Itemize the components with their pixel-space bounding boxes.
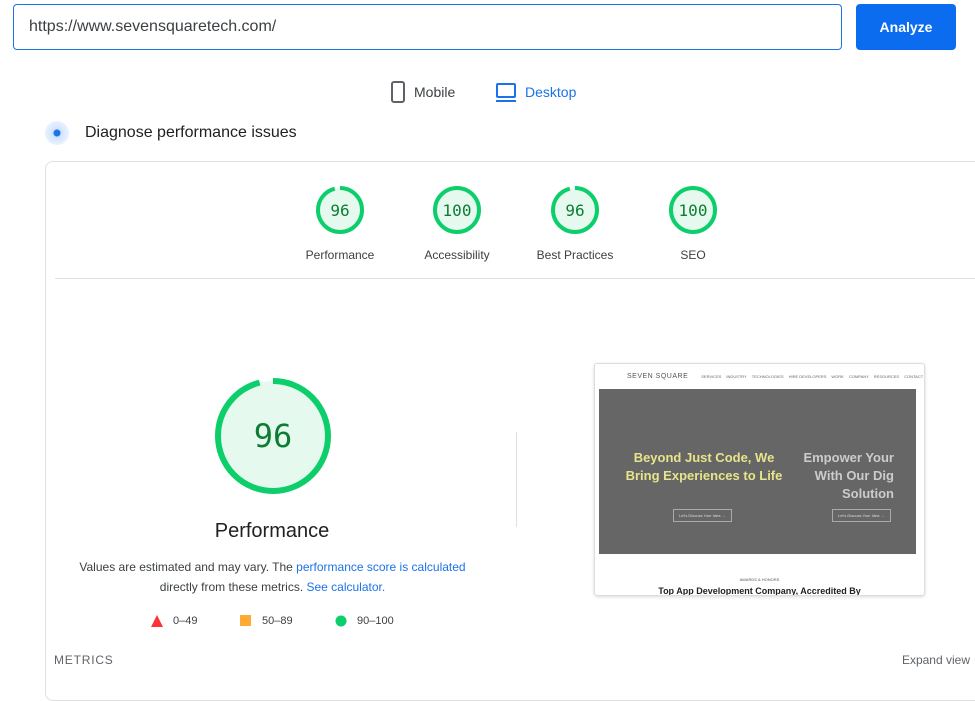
see-calculator-link[interactable]: See calculator. (306, 580, 385, 594)
score-gauge-performance[interactable]: 96 Performance (285, 185, 395, 262)
legend-average: 50–89 (240, 615, 293, 627)
diagnose-header: Diagnose performance issues (45, 121, 297, 145)
gauge-label: Best Practices (536, 248, 614, 262)
legend-range: 0–49 (173, 615, 198, 627)
divider (516, 432, 517, 527)
screenshot-cta: Let's Discuss Your Idea → (832, 509, 891, 522)
diagnose-icon (45, 121, 69, 145)
circle-icon (335, 615, 347, 627)
tab-mobile-label: Mobile (414, 84, 456, 100)
screenshot-brand: SEVEN SQUARE (627, 372, 689, 380)
triangle-icon (151, 615, 163, 627)
score-gauge-best-practices[interactable]: 96 Best Practices (520, 185, 630, 262)
gauge-ring: 96 (551, 186, 599, 234)
analyze-button[interactable]: Analyze (856, 4, 956, 50)
screenshot-nav-item: INDUSTRY (726, 373, 747, 379)
gauge-ring: 100 (669, 186, 717, 234)
diagnose-title: Diagnose performance issues (85, 124, 297, 141)
url-input[interactable] (13, 4, 842, 50)
score-calculated-link[interactable]: performance score is calculated (296, 560, 465, 574)
gauge-value: 96 (565, 201, 584, 220)
gauge-label: SEO (680, 248, 706, 262)
mobile-icon (391, 81, 405, 103)
divider (55, 278, 975, 279)
score-description: Values are estimated and may vary. The p… (60, 557, 485, 597)
screenshot-nav-item: COMPANY (848, 373, 869, 379)
gauge-value: 100 (443, 201, 472, 220)
screenshot-nav-item: TECHNOLOGIES (751, 373, 784, 379)
legend-range: 90–100 (357, 615, 394, 627)
screenshot-awards: AWARDS & HONORS (739, 577, 780, 582)
tab-desktop[interactable]: Desktop (495, 80, 576, 104)
gauge-label: Accessibility (424, 248, 490, 262)
gauge-ring: 96 (316, 186, 364, 234)
screenshot-nav-item: SERVICES (701, 373, 722, 379)
description-text: directly from these metrics. (159, 580, 307, 594)
gauge-value: 100 (679, 201, 708, 220)
screenshot-nav-item: HIRE DEVELOPERS (788, 373, 827, 379)
square-icon (240, 615, 251, 626)
expand-view-button[interactable]: Expand view (902, 653, 970, 667)
screenshot-nav-item: WORK (831, 373, 844, 379)
performance-title: Performance (214, 520, 330, 542)
screenshot-cta: Let's Discuss Your Idea → (673, 509, 732, 522)
gauge-value: 96 (330, 201, 349, 220)
metrics-label: METRICS (54, 653, 114, 667)
legend-pass: 90–100 (335, 615, 394, 627)
screenshot-nav-item: RESOURCES (873, 373, 900, 379)
tab-desktop-label: Desktop (525, 84, 577, 100)
performance-gauge: 96 (215, 378, 331, 494)
screenshot-bottom-text: Top App Development Company, Accredited … (658, 586, 861, 596)
legend-fail: 0–49 (151, 615, 197, 627)
screenshot-headline: Beyond Just Code, We Bring Experiences t… (625, 450, 783, 483)
score-gauge-seo[interactable]: 100 SEO (638, 185, 748, 262)
performance-gauge-value: 96 (254, 417, 293, 455)
screenshot-nav-item: CONTACT (904, 373, 924, 379)
description-text: Values are estimated and may vary. The (79, 560, 297, 574)
desktop-icon (496, 83, 516, 102)
legend-range: 50–89 (262, 615, 293, 627)
page-screenshot: SEVEN SQUARE SERVICES INDUSTRY TECHNOLOGIE… (594, 363, 925, 596)
score-gauge-accessibility[interactable]: 100 Accessibility (402, 185, 512, 262)
screenshot-headline: Empower Your With Our Dig Solution (803, 450, 894, 501)
tab-mobile[interactable]: Mobile (390, 80, 455, 104)
gauge-label: Performance (305, 248, 375, 262)
gauge-ring: 100 (433, 186, 481, 234)
